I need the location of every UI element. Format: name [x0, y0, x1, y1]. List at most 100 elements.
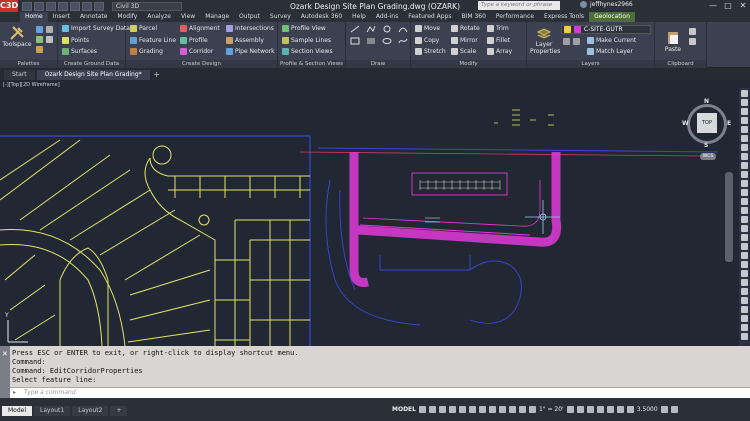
prospector-icon[interactable] — [36, 26, 43, 33]
clean-screen-icon[interactable] — [660, 406, 668, 413]
navbar-extra-icon-1[interactable] — [741, 324, 748, 331]
panel-title-create-ground-data[interactable]: Create Ground Data — [58, 60, 125, 68]
scale-readout[interactable]: 3.5000 — [637, 406, 658, 413]
section-views-button[interactable]: Section Views — [282, 48, 333, 55]
tab-annotate[interactable]: Annotate — [75, 12, 112, 22]
polar-icon[interactable] — [448, 406, 456, 413]
user-account[interactable]: jeffhynes2966 — [580, 1, 633, 8]
undo-icon[interactable] — [82, 1, 92, 11]
wcs-menu[interactable]: WCS — [700, 153, 716, 160]
steering-wheel-icon[interactable] — [741, 90, 748, 97]
tab-drawing[interactable]: Ozark Design Site Plan Grading* — [36, 70, 150, 80]
hatch-icon[interactable] — [366, 37, 376, 45]
tab-survey[interactable]: Survey — [265, 12, 296, 22]
layer-properties-button[interactable]: Layer Properties — [530, 25, 560, 55]
cut-icon[interactable] — [689, 28, 696, 35]
tab-modify[interactable]: Modify — [112, 12, 142, 22]
array-button[interactable]: Array — [487, 48, 512, 55]
customization-menu-icon[interactable] — [670, 406, 678, 413]
save-icon[interactable] — [46, 1, 56, 11]
navbar-menu-icon[interactable] — [741, 297, 748, 304]
save-as-icon[interactable] — [58, 1, 68, 11]
feature-line-button[interactable]: Feature Line — [130, 37, 176, 44]
walk-icon[interactable] — [741, 243, 748, 250]
compass-east[interactable]: E — [727, 120, 731, 127]
tab-view[interactable]: View — [176, 12, 200, 22]
navbar-extra-icon-2[interactable] — [741, 333, 748, 340]
zoom-object-icon[interactable] — [741, 216, 748, 223]
properties-icon[interactable] — [46, 36, 53, 43]
panel-title-draw[interactable]: Draw — [346, 60, 410, 68]
drawing-canvas[interactable]: [-][Top][2D Wireframe] Y N S E W TOP WCS — [0, 80, 750, 346]
move-button[interactable]: Move — [415, 25, 440, 32]
rotate-button[interactable]: Rotate — [451, 25, 480, 32]
units-icon[interactable] — [586, 406, 594, 413]
isodraft-icon[interactable] — [458, 406, 466, 413]
up-down-icon[interactable] — [741, 288, 748, 295]
zoom-scale-icon[interactable] — [741, 207, 748, 214]
trim-button[interactable]: Trim — [487, 25, 509, 32]
minimize-button[interactable]: — — [706, 0, 720, 12]
survey-icon[interactable] — [36, 46, 43, 53]
tab-model[interactable]: Model — [2, 406, 33, 416]
tab-featured-apps[interactable]: Featured Apps — [403, 12, 456, 22]
customize-icon[interactable] — [741, 306, 748, 313]
ellipse-icon[interactable] — [382, 37, 392, 45]
scale-button[interactable]: Scale — [451, 48, 476, 55]
tab-performance[interactable]: Performance — [491, 12, 539, 22]
rectangle-icon[interactable] — [350, 37, 360, 45]
annotation-visibility-icon[interactable] — [518, 406, 526, 413]
tab-autodesk-360[interactable]: Autodesk 360 — [296, 12, 347, 22]
make-current-button[interactable]: Make Current — [587, 37, 636, 44]
tab-manage[interactable]: Manage — [200, 12, 234, 22]
object-snap-icon[interactable] — [478, 406, 486, 413]
zoom-realtime-icon[interactable] — [741, 153, 748, 160]
annotation-scale[interactable]: 1" = 20' — [539, 406, 564, 413]
parcel-button[interactable]: Parcel — [130, 25, 157, 32]
tab-geolocation[interactable]: Geolocation — [589, 12, 635, 22]
copy-clip-icon[interactable] — [689, 38, 696, 45]
polyline-icon[interactable] — [366, 25, 376, 33]
points-button[interactable]: Points — [62, 37, 89, 44]
tab-help[interactable]: Help — [347, 12, 371, 22]
grading-button[interactable]: Grading — [130, 48, 163, 55]
compass-west[interactable]: W — [682, 120, 689, 127]
mirror-button[interactable]: Mirror — [451, 37, 478, 44]
look-icon[interactable] — [741, 261, 748, 268]
open-file-icon[interactable] — [34, 1, 44, 11]
profile-button[interactable]: Profile — [180, 37, 208, 44]
tab-add-ins[interactable]: Add-ins — [371, 12, 403, 22]
pan-icon[interactable] — [741, 99, 748, 106]
paste-button[interactable]: Paste — [661, 30, 685, 53]
compass-south[interactable]: S — [704, 142, 708, 149]
tab-start[interactable]: Start — [4, 70, 35, 80]
viewcube-top-face[interactable]: TOP — [697, 113, 717, 133]
line-icon[interactable] — [350, 25, 360, 33]
pipe-network-button[interactable]: Pipe Network — [226, 48, 275, 55]
panel-title-profile-section-views[interactable]: Profile & Section Views — [278, 60, 345, 68]
fillet-button[interactable]: Fillet — [487, 37, 510, 44]
zoom-in-icon[interactable] — [741, 162, 748, 169]
zoom-all-icon[interactable] — [741, 180, 748, 187]
new-tab-button[interactable]: + — [152, 70, 162, 80]
auto-scale-icon[interactable] — [528, 406, 536, 413]
tab-home[interactable]: Home — [20, 12, 48, 22]
close-button[interactable]: ✕ — [736, 0, 750, 12]
tab-analyze[interactable]: Analyze — [142, 12, 176, 22]
sample-lines-button[interactable]: Sample Lines — [282, 37, 331, 44]
free-orbit-icon[interactable] — [741, 225, 748, 232]
orbit-icon[interactable] — [741, 117, 748, 124]
object-snap-tracking-icon[interactable] — [468, 406, 476, 413]
annotation-monitor-icon[interactable] — [576, 406, 584, 413]
layer-freeze-icon[interactable] — [573, 38, 580, 45]
command-input[interactable]: ▸ Type a command — [10, 387, 750, 398]
intersections-button[interactable]: Intersections — [226, 25, 274, 32]
panel-title-modify[interactable]: Modify — [411, 60, 526, 68]
quick-properties-icon[interactable] — [596, 406, 604, 413]
zoom-previous-icon[interactable] — [741, 144, 748, 151]
redo-icon[interactable] — [94, 1, 104, 11]
new-file-icon[interactable] — [22, 1, 32, 11]
vertical-scrollbar-thumb[interactable] — [725, 172, 733, 262]
viewcube[interactable]: N S E W TOP — [682, 98, 731, 149]
navbar-close-icon[interactable] — [741, 315, 748, 322]
